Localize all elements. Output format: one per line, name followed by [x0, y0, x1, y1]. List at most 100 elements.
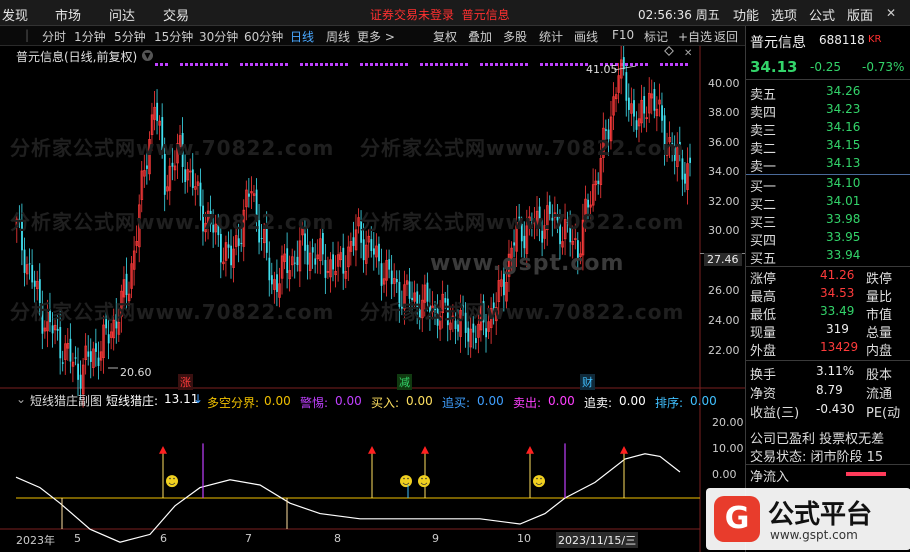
- sell-level[interactable]: 卖二 34.15: [746, 138, 910, 157]
- buy-level[interactable]: 买一 34.10: [746, 176, 910, 195]
- chevron-down-icon[interactable]: ▼: [142, 50, 153, 61]
- arrow-down-icon: ↓: [193, 392, 204, 406]
- menu-trade[interactable]: 交易: [163, 5, 189, 24]
- candle-body: [304, 233, 306, 251]
- candle-body: [661, 105, 663, 121]
- netflow-row: 净流入: [746, 466, 910, 485]
- candle-body: [51, 325, 54, 334]
- sub-chart-name[interactable]: 短线猎庄副图: [30, 392, 102, 409]
- menu-function[interactable]: 功能: [733, 5, 759, 24]
- candle-body: [472, 323, 475, 333]
- stat-value: 33.49: [820, 304, 855, 318]
- menu-discover[interactable]: 发现: [2, 5, 28, 24]
- signal-dot: [220, 63, 223, 66]
- stat-label: 最低: [750, 308, 777, 323]
- signal-dot: [225, 63, 228, 66]
- event-mark-finance[interactable]: 财: [580, 374, 595, 390]
- event-mark-reduce[interactable]: 减: [397, 374, 412, 390]
- sell-level[interactable]: 卖三 34.16: [746, 120, 910, 139]
- sell-level[interactable]: 卖四 34.23: [746, 102, 910, 121]
- arrow-up-icon: [620, 446, 628, 454]
- buy-level[interactable]: 买三 33.98: [746, 212, 910, 231]
- period-tab-active[interactable]: 日线: [290, 28, 314, 45]
- stat-label: PE(动: [866, 406, 901, 421]
- signal-dot: [215, 63, 218, 66]
- candle-body: [89, 351, 92, 362]
- tool-button[interactable]: 统计: [539, 28, 563, 45]
- candle-body: [260, 238, 263, 240]
- signal-dot: [380, 63, 383, 66]
- smiley-eye: [169, 477, 171, 480]
- stat-row: 收益(三) -0.430 PE(动: [746, 402, 910, 421]
- menu-bar: 发现 市场 问达 交易 证券交易未登录 普元信息 02:56:36 周五 功能 …: [0, 0, 910, 26]
- signal-dot: [545, 63, 548, 66]
- menu-layout[interactable]: 版面: [847, 5, 873, 24]
- signal-dot: [555, 63, 558, 66]
- tool-button[interactable]: 标记: [644, 28, 668, 45]
- period-tab-more[interactable]: 更多 >: [357, 28, 395, 45]
- candle-body: [296, 256, 299, 266]
- indicator-label: 短线猎庄:: [106, 394, 159, 408]
- candle-body: [380, 263, 383, 286]
- chart-title[interactable]: 普元信息(日线,前复权): [16, 48, 137, 65]
- tool-button[interactable]: 多股: [503, 28, 527, 45]
- quote-panel: 普元信息 688118 KR 34.13 -0.25 -0.73% 卖五 34.2…: [706, 26, 910, 552]
- period-tab[interactable]: 周线: [326, 28, 350, 45]
- signal-dot: [315, 63, 318, 66]
- signal-dot: [210, 63, 213, 66]
- chevron-down-icon[interactable]: ⌄: [16, 392, 26, 406]
- netflow-label: 净流入: [750, 470, 790, 485]
- candle-body: [485, 328, 487, 338]
- buy-level[interactable]: 买五 33.94: [746, 248, 910, 267]
- login-notice[interactable]: 证券交易未登录 普元信息: [370, 6, 510, 23]
- y-tick: 30.00: [708, 224, 740, 237]
- tool-button[interactable]: 复权: [433, 28, 457, 45]
- candle-body: [362, 239, 365, 261]
- info-row: 交易状态: 闭市阶段 15: [746, 446, 910, 465]
- stat-value: 41.26: [820, 268, 855, 282]
- indicator-field-value: 0.00: [406, 394, 433, 408]
- sell-level[interactable]: 卖一 34.13: [746, 156, 910, 175]
- period-tab[interactable]: 分时: [42, 28, 66, 45]
- clock: 02:56:36 周五: [638, 8, 720, 22]
- candle-body: [633, 100, 635, 117]
- event-mark-up[interactable]: 涨: [178, 374, 193, 390]
- period-tab[interactable]: 5分钟: [114, 28, 146, 45]
- indicator-field-label: 多空分界:: [207, 396, 260, 410]
- stat-label: 净资: [750, 387, 777, 402]
- close-icon[interactable]: ✕: [885, 7, 897, 19]
- buy-level[interactable]: 买四 33.95: [746, 230, 910, 249]
- price-change: -0.25: [810, 60, 842, 74]
- low-label: 20.60: [120, 366, 152, 379]
- stat-label: 换手: [750, 368, 777, 383]
- kline-chart[interactable]: ✕ 分析家公式网www.70822.com 分析家公式网www.70822.co…: [0, 46, 745, 552]
- candle-body: [248, 193, 250, 197]
- indicator-field-label: 追卖:: [584, 396, 613, 410]
- period-tab[interactable]: 15分钟: [154, 28, 193, 45]
- menu-wenda[interactable]: 问达: [109, 5, 135, 24]
- buy-level[interactable]: 买二 34.01: [746, 194, 910, 213]
- candle-body: [475, 338, 477, 343]
- period-tab[interactable]: 60分钟: [244, 28, 283, 45]
- menu-market[interactable]: 市场: [55, 5, 81, 24]
- stat-label: 股本: [866, 368, 893, 383]
- tool-button[interactable]: 画线: [574, 28, 598, 45]
- tool-button[interactable]: 返回: [714, 28, 738, 45]
- menu-options[interactable]: 选项: [771, 5, 797, 24]
- buy-level-label: 买二: [750, 198, 777, 213]
- stat-label: 涨停: [750, 272, 777, 287]
- stat-label: 现量: [750, 326, 777, 341]
- watermark: 分析家公式网www.70822.com: [360, 136, 685, 160]
- period-tab[interactable]: 1分钟: [74, 28, 106, 45]
- sell-level[interactable]: 卖五 34.26: [746, 84, 910, 103]
- tool-button[interactable]: 叠加: [468, 28, 492, 45]
- signal-dot: [400, 63, 403, 66]
- period-tab[interactable]: 30分钟: [199, 28, 238, 45]
- candle-body: [227, 244, 230, 248]
- menu-formula[interactable]: 公式: [809, 5, 835, 24]
- tool-button[interactable]: F10: [612, 28, 634, 42]
- brand-badge[interactable]: G 公式平台 www.gspt.com: [706, 488, 910, 550]
- candle-body: [373, 248, 375, 255]
- signal-dot: [665, 63, 668, 66]
- tool-button[interactable]: +自选: [678, 28, 712, 45]
